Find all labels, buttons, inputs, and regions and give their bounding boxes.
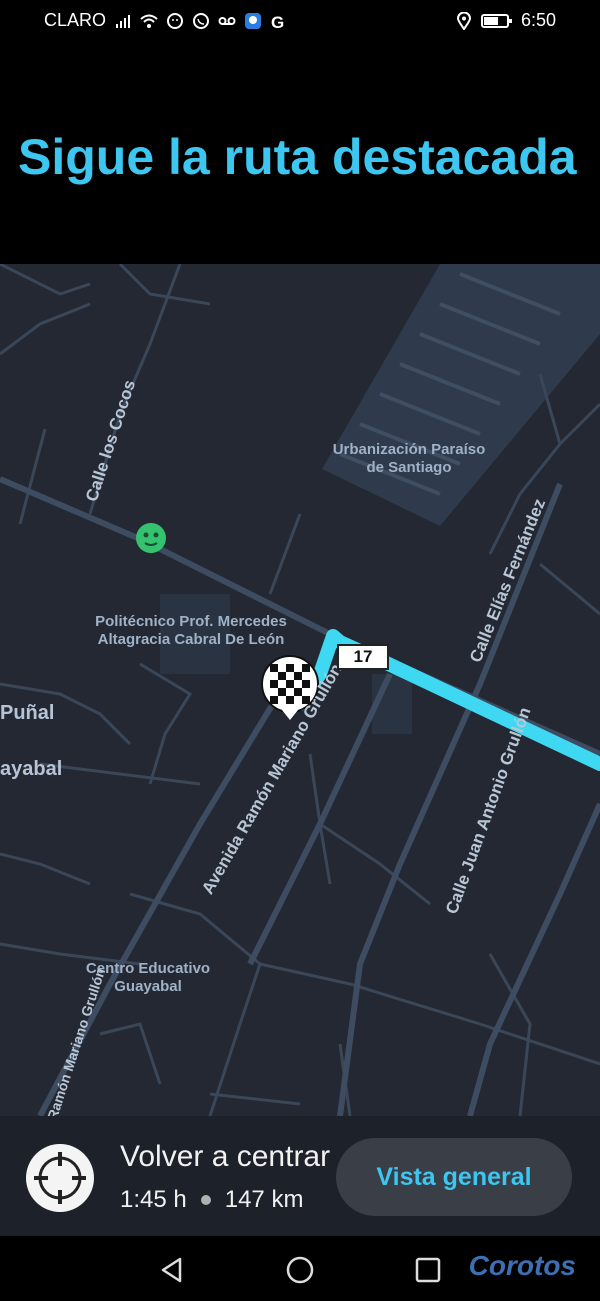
watermark-logo: Corotos: [468, 1250, 576, 1281]
label-guayabal: ayabal: [0, 758, 63, 780]
google-icon: G: [271, 13, 284, 30]
voicemail-icon: [218, 16, 236, 25]
distance: 147 km: [224, 1186, 304, 1213]
label-punal: Puñal: [0, 702, 55, 724]
status-bar-left: CLARO G: [44, 10, 288, 31]
carrier-name: CLARO: [44, 10, 107, 30]
whatsapp-icon: [193, 12, 210, 29]
compass-icon: [34, 1152, 86, 1204]
duration: 1:45 h: [120, 1186, 187, 1213]
eta-info: 1:45 h 147 km: [120, 1186, 303, 1214]
separator-dot: [200, 1195, 211, 1205]
wazer-icon: [136, 523, 166, 553]
svg-text:G: G: [271, 13, 284, 30]
recenter-button[interactable]: [26, 1144, 94, 1212]
recenter-label[interactable]: Volver a centrar: [120, 1140, 330, 1174]
waze-notification-icon: [167, 12, 184, 29]
label-politecnico: Politécnico Prof. Mercedes Altagracia Ca…: [95, 613, 287, 648]
wifi-icon: [140, 14, 158, 28]
back-icon[interactable]: [158, 1256, 186, 1284]
battery-icon: [480, 13, 512, 28]
instruction-title: Sigue la ruta destacada: [18, 129, 577, 185]
home-icon[interactable]: [285, 1255, 315, 1285]
route-shield: 17: [337, 644, 389, 670]
clock: 6:50: [520, 10, 556, 30]
status-bar: CLARO G 6:50: [0, 0, 600, 40]
instruction-header: Sigue la ruta destacada: [0, 40, 600, 264]
system-nav-bar: Corotos: [0, 1236, 600, 1301]
map-view[interactable]: Urbanización Paraíso de Santiago Politéc…: [0, 264, 600, 1116]
bulb-app-icon: [245, 12, 262, 29]
signal-icon: [116, 14, 131, 28]
status-bar-right: 6:50: [455, 10, 556, 31]
bottom-panel: Volver a centrar 1:45 h 147 km Vista gen…: [0, 1116, 600, 1236]
label-urbanizacion: Urbanización Paraíso de Santiago: [332, 441, 486, 476]
overview-button[interactable]: Vista general: [336, 1138, 572, 1216]
location-icon: [456, 11, 471, 30]
recents-icon[interactable]: [414, 1256, 442, 1284]
